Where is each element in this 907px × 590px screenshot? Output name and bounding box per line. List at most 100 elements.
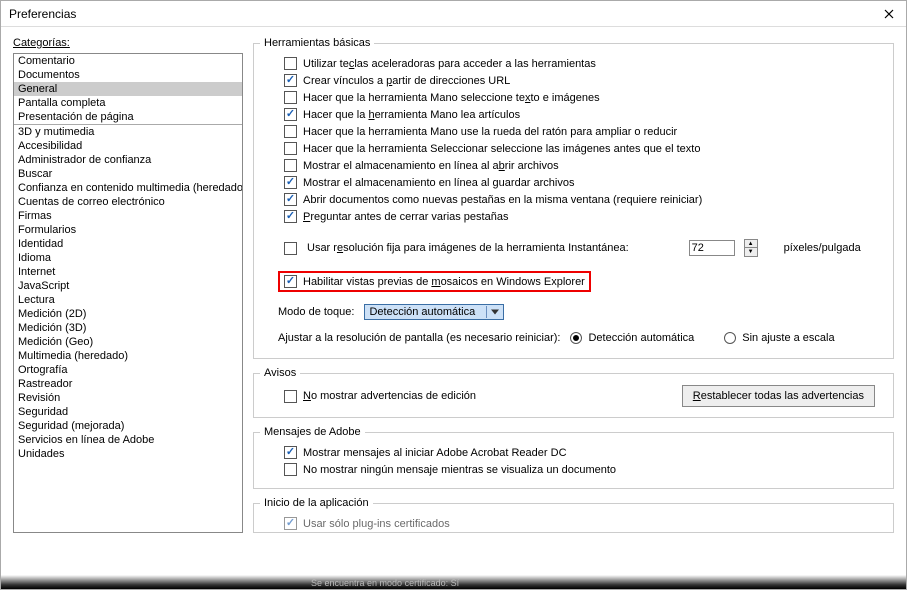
category-item[interactable]: Administrador de confianza bbox=[14, 153, 242, 167]
scale-row: Ajustar a la resolución de pantalla (es … bbox=[278, 328, 875, 348]
category-item[interactable]: Medición (3D) bbox=[14, 321, 242, 335]
option-label: Mostrar el almacenamiento en línea al ab… bbox=[303, 160, 559, 172]
chevron-down-icon: ▼ bbox=[745, 248, 757, 256]
category-item[interactable]: Ortografía bbox=[14, 363, 242, 377]
option-checkbox[interactable] bbox=[284, 176, 297, 189]
close-icon bbox=[884, 9, 894, 19]
category-item[interactable]: 3D y mutimedia bbox=[14, 125, 242, 139]
highlighted-option: Habilitar vistas previas de mosaicos en … bbox=[278, 271, 591, 292]
option-checkbox[interactable] bbox=[284, 74, 297, 87]
option-row: Hacer que la herramienta Seleccionar sel… bbox=[284, 140, 875, 157]
category-item[interactable]: Unidades bbox=[14, 447, 242, 461]
category-item[interactable]: Multimedia (heredado) bbox=[14, 349, 242, 363]
category-item[interactable]: JavaScript bbox=[14, 279, 242, 293]
option-checkbox[interactable] bbox=[284, 210, 297, 223]
radio-dot-icon bbox=[570, 332, 582, 344]
category-item[interactable]: Medición (2D) bbox=[14, 307, 242, 321]
option-row: No mostrar ningún mensaje mientras se vi… bbox=[284, 461, 875, 478]
option-row: Mostrar el almacenamiento en línea al ab… bbox=[284, 157, 875, 174]
category-item[interactable]: Cuentas de correo electrónico bbox=[14, 195, 242, 209]
scale-label: Ajustar a la resolución de pantalla (es … bbox=[278, 332, 560, 344]
category-item[interactable]: Pantalla completa bbox=[14, 96, 242, 110]
option-checkbox[interactable] bbox=[284, 91, 297, 104]
category-item[interactable]: Buscar bbox=[14, 167, 242, 181]
category-item[interactable]: Comentario bbox=[14, 54, 242, 68]
certified-plugins-label: Usar sólo plug-ins certificados bbox=[303, 518, 450, 530]
option-row: Mostrar el almacenamiento en línea al gu… bbox=[284, 174, 875, 191]
fixed-resolution-checkbox[interactable] bbox=[284, 242, 297, 255]
category-item[interactable]: Formularios bbox=[14, 223, 242, 237]
certified-plugins-checkbox[interactable] bbox=[284, 517, 297, 530]
resolution-unit: píxeles/pulgada bbox=[784, 242, 861, 254]
hide-edit-warnings-label: No mostrar advertencias de edición bbox=[303, 390, 476, 402]
enable-thumbnails-checkbox[interactable] bbox=[284, 275, 297, 288]
category-item[interactable]: Servicios en línea de Adobe bbox=[14, 433, 242, 447]
option-checkbox[interactable] bbox=[284, 446, 297, 459]
avisos-group: Avisos No mostrar advertencias de edició… bbox=[253, 367, 894, 418]
option-checkbox[interactable] bbox=[284, 125, 297, 138]
category-item[interactable]: Internet bbox=[14, 265, 242, 279]
category-item[interactable]: Seguridad bbox=[14, 405, 242, 419]
categories-list[interactable]: ComentarioDocumentosGeneralPantalla comp… bbox=[13, 53, 243, 533]
close-button[interactable] bbox=[880, 5, 898, 23]
category-item[interactable]: Idioma bbox=[14, 251, 242, 265]
adobe-messages-group: Mensajes de Adobe Mostrar mensajes al in… bbox=[253, 426, 894, 489]
hide-edit-warnings-checkbox[interactable] bbox=[284, 390, 297, 403]
snapshot-resolution-row: Usar resolución fija para imágenes de la… bbox=[284, 235, 875, 261]
option-label: Utilizar teclas aceleradoras para accede… bbox=[303, 58, 596, 70]
category-item[interactable]: Identidad bbox=[14, 237, 242, 251]
category-item[interactable]: Revisión bbox=[14, 391, 242, 405]
option-checkbox[interactable] bbox=[284, 463, 297, 476]
chevron-up-icon: ▲ bbox=[745, 240, 757, 248]
scale-auto-radio[interactable]: Detección automática bbox=[570, 332, 694, 344]
category-item[interactable]: Presentación de página bbox=[14, 110, 242, 124]
dialog-content: Categorías: ComentarioDocumentosGeneralP… bbox=[1, 27, 906, 589]
basic-tools-legend: Herramientas básicas bbox=[260, 37, 374, 49]
touch-mode-select[interactable]: Detección automática bbox=[364, 304, 504, 320]
option-label: Mostrar el almacenamiento en línea al gu… bbox=[303, 177, 575, 189]
category-item[interactable]: Confianza en contenido multimedia (hered… bbox=[14, 181, 242, 195]
option-label: Hacer que la herramienta Mano lea artícu… bbox=[303, 109, 520, 121]
settings-panel: Herramientas básicas Utilizar teclas ace… bbox=[253, 37, 894, 579]
window-title: Preferencias bbox=[9, 7, 76, 21]
resolution-spinner[interactable]: ▲▼ bbox=[744, 239, 758, 257]
titlebar: Preferencias bbox=[1, 1, 906, 27]
option-row: Hacer que la herramienta Mano lea artícu… bbox=[284, 106, 875, 123]
category-item[interactable]: Documentos bbox=[14, 68, 242, 82]
category-item[interactable]: Accesibilidad bbox=[14, 139, 242, 153]
touch-mode-label: Modo de toque: bbox=[278, 306, 354, 318]
adobe-messages-legend: Mensajes de Adobe bbox=[260, 426, 365, 438]
startup-legend: Inicio de la aplicación bbox=[260, 497, 373, 509]
fixed-resolution-label: Usar resolución fija para imágenes de la… bbox=[307, 242, 629, 254]
basic-tools-group: Herramientas básicas Utilizar teclas ace… bbox=[253, 37, 894, 359]
radio-dot-icon bbox=[724, 332, 736, 344]
reset-warnings-button[interactable]: Restablecer todas las advertencias bbox=[682, 385, 875, 407]
category-item[interactable]: General bbox=[14, 82, 242, 96]
option-checkbox[interactable] bbox=[284, 57, 297, 70]
option-label: No mostrar ningún mensaje mientras se vi… bbox=[303, 464, 616, 476]
scale-auto-label: Detección automática bbox=[588, 332, 694, 344]
option-row: Abrir documentos como nuevas pestañas en… bbox=[284, 191, 875, 208]
option-checkbox[interactable] bbox=[284, 108, 297, 121]
option-label: Abrir documentos como nuevas pestañas en… bbox=[303, 194, 702, 206]
category-item[interactable]: Rastreador bbox=[14, 377, 242, 391]
touch-mode-value: Detección automática bbox=[369, 306, 475, 318]
option-row: Hacer que la herramienta Mano seleccione… bbox=[284, 89, 875, 106]
option-label: Mostrar mensajes al iniciar Adobe Acroba… bbox=[303, 447, 567, 459]
option-row: Utilizar teclas aceleradoras para accede… bbox=[284, 55, 875, 72]
option-row: Preguntar antes de cerrar varias pestaña… bbox=[284, 208, 875, 225]
category-item[interactable]: Medición (Geo) bbox=[14, 335, 242, 349]
category-item[interactable]: Seguridad (mejorada) bbox=[14, 419, 242, 433]
scale-none-radio[interactable]: Sin ajuste a escala bbox=[724, 332, 834, 344]
category-item[interactable]: Firmas bbox=[14, 209, 242, 223]
sidebar: Categorías: ComentarioDocumentosGeneralP… bbox=[13, 37, 243, 579]
option-checkbox[interactable] bbox=[284, 142, 297, 155]
option-row: Hacer que la herramienta Mano use la rue… bbox=[284, 123, 875, 140]
option-label: Hacer que la herramienta Seleccionar sel… bbox=[303, 143, 700, 155]
category-item[interactable]: Lectura bbox=[14, 293, 242, 307]
resolution-input[interactable] bbox=[689, 240, 735, 256]
option-checkbox[interactable] bbox=[284, 193, 297, 206]
option-checkbox[interactable] bbox=[284, 159, 297, 172]
option-row: Mostrar mensajes al iniciar Adobe Acroba… bbox=[284, 444, 875, 461]
scale-none-label: Sin ajuste a escala bbox=[742, 332, 834, 344]
